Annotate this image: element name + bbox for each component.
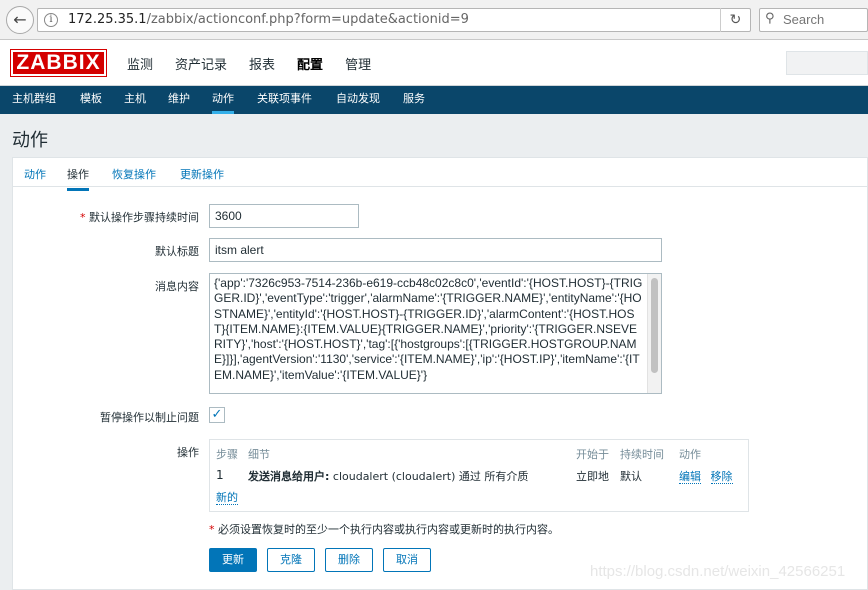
cancel-button[interactable]: 取消 — [383, 548, 431, 572]
menu-monitoring[interactable]: 监测 — [127, 54, 153, 73]
subject-label: 默认标题 — [155, 245, 199, 258]
action-form: 动作 操作 恢复操作 更新操作 * 默认操作步骤持续时间 默认标题 消息内容 {… — [12, 157, 868, 590]
menu-administration[interactable]: 管理 — [345, 54, 371, 73]
row-start: 立即地 — [576, 470, 609, 483]
edit-operation-link[interactable]: 编辑 — [679, 470, 701, 484]
submenu-correlation[interactable]: 关联项事件 — [257, 86, 312, 114]
title-bar: 动作 — [0, 114, 868, 157]
step-duration-input[interactable] — [209, 204, 359, 228]
new-operation-row: 新的 — [216, 489, 238, 505]
row-actions: 编辑 移除 — [679, 468, 733, 484]
sub-nav: 主机群组 模板 主机 维护 动作 关联项事件 自动发现 服务 — [0, 86, 868, 114]
update-button[interactable]: 更新 — [209, 548, 257, 572]
submenu-discovery[interactable]: 自动发现 — [336, 86, 380, 114]
info-icon[interactable]: i — [44, 13, 58, 27]
subject-input[interactable] — [209, 238, 662, 262]
checkmark-icon: ✓ — [211, 407, 223, 422]
tab-operations[interactable]: 操作 — [67, 166, 89, 191]
tab-recovery-operations[interactable]: 恢复操作 — [112, 166, 156, 182]
col-details: 细节 — [248, 448, 270, 461]
top-nav: ZABBIX 监测 资产记录 报表 配置 管理 — [0, 40, 868, 86]
message-label: 消息内容 — [155, 280, 199, 293]
reload-icon[interactable]: ↻ — [720, 8, 750, 32]
requirement-note: * 必须设置恢复时的至少一个执行内容或执行内容或更新时的执行内容。 — [209, 523, 559, 536]
col-step: 步骤 — [216, 448, 238, 461]
address-bar[interactable]: i 172.25.35.1/zabbix/actionconf.php?form… — [37, 8, 751, 32]
main-menu: 监测 资产记录 报表 配置 管理 — [127, 54, 393, 73]
menu-configuration[interactable]: 配置 — [297, 54, 323, 73]
message-text[interactable]: {'app':'7326c953-7514-236b-e619-ccb48c02… — [214, 276, 644, 383]
delete-button[interactable]: 删除 — [325, 548, 373, 572]
tab-action[interactable]: 动作 — [24, 166, 46, 182]
browser-toolbar: ← i 172.25.35.1/zabbix/actionconf.php?fo… — [0, 0, 868, 40]
remove-operation-link[interactable]: 移除 — [710, 470, 733, 484]
menu-reports[interactable]: 报表 — [249, 54, 275, 73]
message-textarea[interactable]: {'app':'7326c953-7514-236b-e619-ccb48c02… — [209, 273, 662, 394]
submenu-actions[interactable]: 动作 — [212, 86, 234, 114]
submenu-host-groups[interactable]: 主机群组 — [12, 86, 56, 114]
search-icon: ⚲ — [765, 11, 775, 26]
col-action: 动作 — [679, 448, 701, 461]
row-step: 1 — [216, 468, 224, 482]
watermark: https://blog.csdn.net/weixin_42566251 — [590, 563, 846, 580]
col-duration: 持续时间 — [620, 448, 664, 461]
submenu-hosts[interactable]: 主机 — [124, 86, 146, 114]
pause-checkbox[interactable]: ✓ — [209, 407, 225, 423]
scrollbar-thumb[interactable] — [651, 278, 658, 373]
browser-search-input[interactable] — [783, 12, 863, 27]
row-details: 发送消息给用户: cloudalert (cloudalert) 通过 所有介质 — [248, 470, 529, 483]
row-duration: 默认 — [620, 470, 642, 483]
pause-label: 暂停操作以制止问题 — [100, 411, 199, 424]
clone-button[interactable]: 克隆 — [267, 548, 315, 572]
submenu-maintenance[interactable]: 维护 — [168, 86, 190, 114]
new-operation-link[interactable]: 新的 — [216, 491, 238, 505]
address-url[interactable]: 172.25.35.1/zabbix/actionconf.php?form=u… — [68, 12, 469, 27]
submenu-services[interactable]: 服务 — [403, 86, 425, 114]
submenu-templates[interactable]: 模板 — [80, 86, 102, 114]
menu-inventory[interactable]: 资产记录 — [175, 54, 227, 73]
global-search-input[interactable] — [786, 51, 868, 75]
step-duration-label: * 默认操作步骤持续时间 — [80, 211, 199, 224]
browser-search[interactable]: ⚲ — [759, 8, 868, 32]
page-title: 动作 — [12, 130, 48, 151]
operations-label: 操作 — [177, 446, 199, 459]
col-start: 开始于 — [576, 448, 609, 461]
message-scrollbar[interactable] — [647, 274, 661, 393]
form-tabs: 动作 操作 恢复操作 更新操作 — [13, 158, 868, 191]
operations-table: 步骤 细节 开始于 持续时间 动作 1 发送消息给用户: cloudalert … — [209, 439, 749, 512]
zabbix-logo[interactable]: ZABBIX — [10, 49, 107, 77]
tab-update-operations[interactable]: 更新操作 — [180, 166, 224, 182]
back-arrow-icon[interactable]: ← — [6, 6, 34, 34]
